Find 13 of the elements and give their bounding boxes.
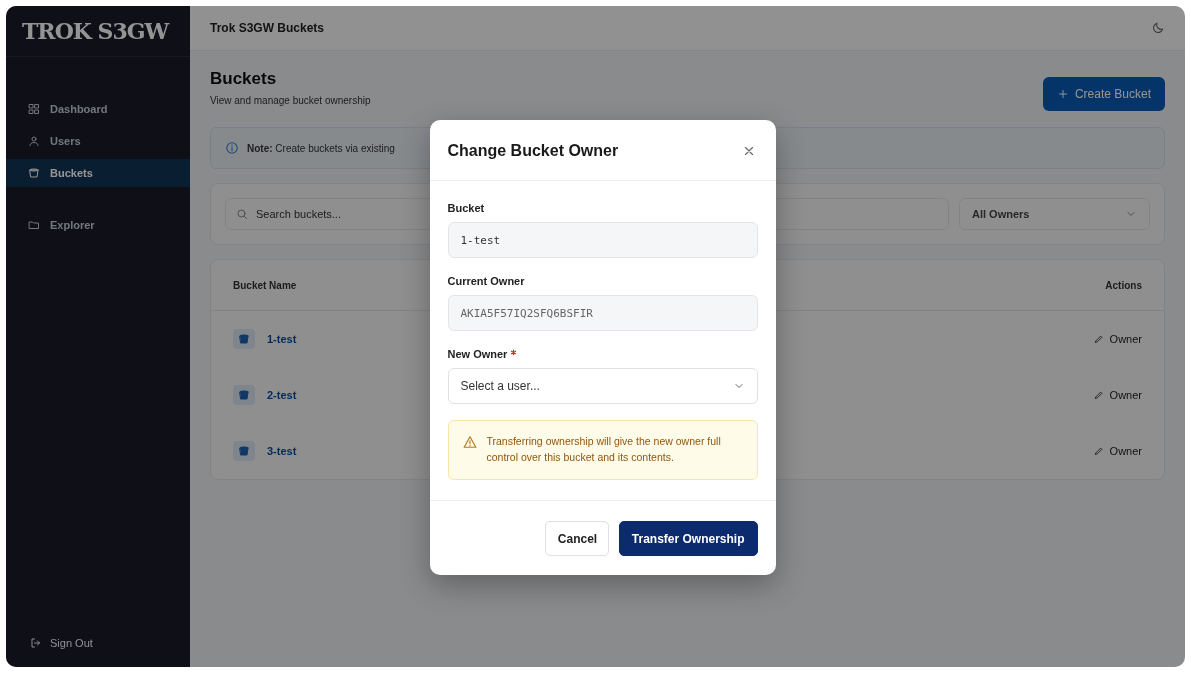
- readonly-field: 1-test: [447, 222, 758, 258]
- note-text: Note: Create buckets via existing: [247, 142, 395, 154]
- field-label: Current Owner: [447, 275, 526, 287]
- page-title: Buckets: [210, 69, 278, 89]
- page-header-title: Trok S3GW Buckets: [210, 21, 325, 35]
- warning-text: Transferring ownership will give the new owner full control over this bucket and its contents.: [486, 434, 722, 465]
- field-label: Bucket: [447, 202, 486, 214]
- dialog-title: Change Bucket Owner: [447, 142, 619, 160]
- column-header: Bucket Name: [233, 279, 297, 291]
- page-subtitle: View and manage bucket ownership: [210, 95, 371, 106]
- field-label: New Owner: [447, 348, 758, 360]
- column-header: Actions: [1105, 279, 1142, 291]
- readonly-field: AKIA5F57IQ2SFQ6BSFIR: [447, 295, 758, 331]
